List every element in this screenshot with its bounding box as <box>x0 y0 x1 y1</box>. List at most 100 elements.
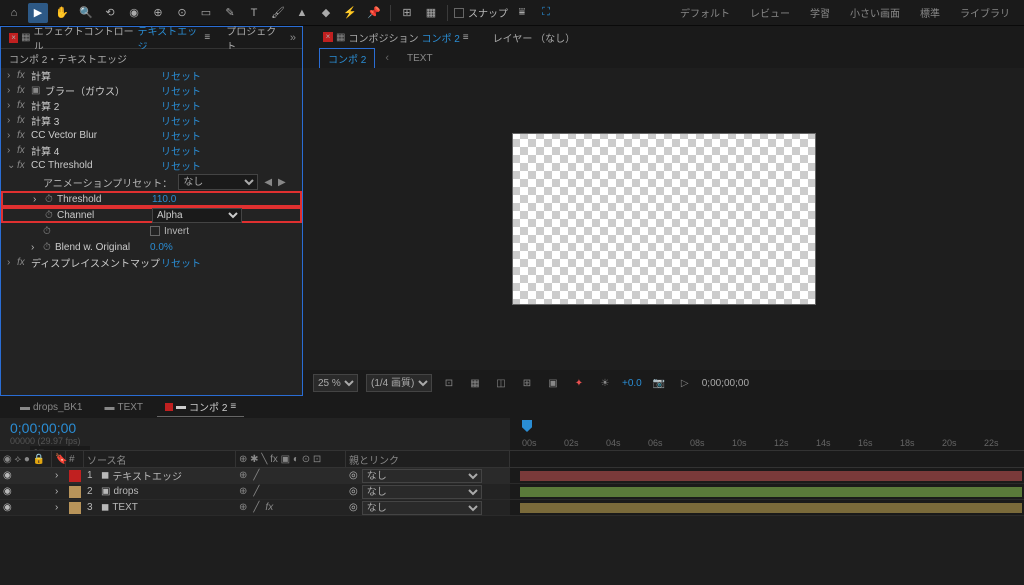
quality-select[interactable]: (1/4 画質) <box>366 374 432 392</box>
viewer-timecode[interactable]: 0;00;00;00 <box>702 378 749 389</box>
column-headers: ◉ ⟡ ● 🔒 🔖 # ソース名 ⊕ ✱ ╲ fx ▣ ◐ ⊙ ⊡ 親とリンク <box>0 450 1024 468</box>
grid-icon[interactable]: ⊞ <box>518 374 536 392</box>
menu-icon[interactable]: ≡ <box>463 32 469 43</box>
guides-icon[interactable]: ▣ <box>544 374 562 392</box>
effect-row[interactable]: ›fx計算 3リセット <box>1 113 302 128</box>
snap-label: スナップ <box>468 5 508 20</box>
clone-tool-icon[interactable]: ▲ <box>292 3 312 23</box>
source-col[interactable]: ソース名 <box>84 451 236 467</box>
workspace-learn[interactable]: 学習 <box>800 1 840 24</box>
align-icon[interactable]: ▦ <box>421 3 441 23</box>
threshold-prop[interactable]: › ⏱ Threshold 110.0 <box>1 191 302 207</box>
layer-list: ◉ › 1 ◼テキストエッジ ⊕╱ ◎なし ◉ › 2 ▣drops ⊕╱ ◎な… <box>0 468 1024 516</box>
timeline-header-left: 0;00;00;00 00000 (29.97 fps) ⟲ ▣ ▦ ◐ 📈 ⊙ <box>0 418 510 450</box>
effect-row[interactable]: ›fx計算 4リセット <box>1 143 302 158</box>
snapshot-icon[interactable]: 📷 <box>650 374 668 392</box>
comp-subtab-text[interactable]: TEXT <box>399 51 441 66</box>
timeline-tab[interactable]: ▬TEXT <box>96 400 151 415</box>
time-tick: 04s <box>606 438 621 448</box>
composition-area: × ▦ コンポジション コンポ 2 ≡ レイヤー （なし） コンポ 2 ‹ TE… <box>303 26 1024 396</box>
effect-row[interactable]: ›fx計算 2リセット <box>1 98 302 113</box>
channel-select[interactable]: Alpha <box>152 208 242 223</box>
stopwatch-icon[interactable]: ⏱ <box>45 194 57 205</box>
channel-prop[interactable]: ⏱ Channel Alpha <box>1 207 302 223</box>
effect-row[interactable]: ›fxディスプレイスメントマップリセット <box>1 255 302 270</box>
workspace-small[interactable]: 小さい画面 <box>840 1 910 24</box>
blend-prop[interactable]: › ⏱ Blend w. Original 0.0% <box>1 239 302 255</box>
canvas[interactable] <box>512 133 816 305</box>
puppet-tool-icon[interactable]: 📌 <box>364 3 384 23</box>
parent-col[interactable]: 親とリンク <box>346 451 510 467</box>
separator <box>390 5 391 21</box>
viewer-controls: 25 % (1/4 画質) ⊡ ▦ ◫ ⊞ ▣ ✦ ☀ +0.0 📷 ▷ 0;0… <box>303 370 1024 396</box>
workspace-standard[interactable]: 標準 <box>910 1 950 24</box>
stopwatch-icon[interactable]: ⏱ <box>43 226 55 237</box>
mask-icon[interactable]: ◫ <box>492 374 510 392</box>
time-tick: 00s <box>522 438 537 448</box>
time-tick: 10s <box>732 438 747 448</box>
time-tick: 14s <box>816 438 831 448</box>
snap-mode-icon[interactable]: ⛶ <box>536 3 556 23</box>
main-area: × ▦ エフェクトコントロール テキストエッジ ≡ プロジェクト » コンポ 2… <box>0 26 1024 396</box>
exposure-value[interactable]: +0.0 <box>622 378 642 389</box>
effects-title-icon: ▦ <box>21 32 30 43</box>
num-col: # <box>66 451 84 467</box>
layer-tab[interactable]: レイヤー （なし） <box>485 28 583 47</box>
snap-checkbox[interactable] <box>454 8 464 18</box>
comp-subtab[interactable]: コンポ 2 <box>319 48 375 69</box>
stopwatch-icon[interactable]: ⏱ <box>45 210 57 221</box>
invert-prop[interactable]: ⏱ Invert <box>1 223 302 239</box>
viewer[interactable] <box>303 68 1024 370</box>
channel-icon[interactable]: ✦ <box>570 374 588 392</box>
layer-row[interactable]: ◉ › 2 ▣drops ⊕╱ ◎なし <box>0 484 1024 500</box>
folder-icon: ▬ <box>176 401 186 412</box>
switches-col: ⊕ ✱ ╲ fx ▣ ◐ ⊙ ⊡ <box>236 451 346 467</box>
snap-opts-icon[interactable]: ⩸ <box>512 3 532 23</box>
stopwatch-icon[interactable]: ⏱ <box>43 242 55 253</box>
show-snapshot-icon[interactable]: ▷ <box>676 374 694 392</box>
time-tick: 12s <box>774 438 789 448</box>
effect-icon: ▣ <box>31 85 45 96</box>
comp-header: × ▦ コンポジション コンポ 2 ≡ レイヤー （なし） <box>303 26 1024 48</box>
time-tick: 22s <box>984 438 999 448</box>
close-icon[interactable]: × <box>9 33 18 43</box>
zoom-select[interactable]: 25 % <box>313 374 358 392</box>
region-icon[interactable]: ⊡ <box>440 374 458 392</box>
invert-checkbox[interactable] <box>150 226 160 236</box>
pickwhip-icon: ◎ <box>349 502 358 513</box>
close-icon[interactable]: × <box>323 32 333 42</box>
current-timecode[interactable]: 0;00;00;00 <box>10 420 76 436</box>
folder-icon: ▬ <box>104 402 114 413</box>
eraser-tool-icon[interactable]: ◆ <box>316 3 336 23</box>
playhead[interactable] <box>522 420 532 432</box>
close-icon[interactable] <box>165 403 173 411</box>
effect-row-threshold[interactable]: ⌄fxCC Thresholdリセット <box>1 158 302 173</box>
roto-tool-icon[interactable]: ⚡ <box>340 3 360 23</box>
preset-select[interactable]: なし <box>178 174 258 190</box>
preset-row: アニメーションプリセット： なし ◀ ▶ <box>1 173 302 191</box>
effect-row[interactable]: ›fxCC Vector Blurリセット <box>1 128 302 143</box>
workspace-review[interactable]: レビュー <box>740 1 800 24</box>
timeline-tab-active[interactable]: ▬コンポ 2≡ <box>157 397 244 417</box>
exposure-icon[interactable]: ☀ <box>596 374 614 392</box>
layer-row[interactable]: ◉ › 1 ◼テキストエッジ ⊕╱ ◎なし <box>0 468 1024 484</box>
effect-row[interactable]: ›fx▣ブラー（ガウス）リセット <box>1 83 302 98</box>
more-icon[interactable]: » <box>290 32 302 44</box>
blend-value[interactable]: 0.0% <box>150 242 173 253</box>
transparency-icon[interactable]: ▦ <box>466 374 484 392</box>
workspace-tabs: デフォルト レビュー 学習 小さい画面 標準 ライブラリ <box>670 1 1020 24</box>
next-preset-icon[interactable]: ▶ <box>278 177 286 188</box>
comp-tab[interactable]: × ▦ コンポジション コンポ 2 ≡ <box>315 28 477 47</box>
time-ruler[interactable]: 00s02s04s06s08s10s12s14s16s18s20s22s <box>510 418 1024 450</box>
menu-icon[interactable]: ≡ <box>230 401 236 412</box>
workspace-library[interactable]: ライブラリ <box>950 1 1020 24</box>
timeline-tab[interactable]: ▬drops_BK1 <box>12 400 90 415</box>
grid-icon[interactable]: ⊞ <box>397 3 417 23</box>
threshold-value[interactable]: 110.0 <box>152 194 176 205</box>
layer-row[interactable]: ◉ › 3 ◼TEXT ⊕╱fx ◎なし <box>0 500 1024 516</box>
effects-list: ›fx計算リセット ›fx▣ブラー（ガウス）リセット ›fx計算 2リセット ›… <box>1 68 302 395</box>
prev-preset-icon[interactable]: ◀ <box>264 177 272 188</box>
workspace-default[interactable]: デフォルト <box>670 1 740 24</box>
effect-row[interactable]: ›fx計算リセット <box>1 68 302 83</box>
menu-icon[interactable]: ≡ <box>204 32 210 43</box>
